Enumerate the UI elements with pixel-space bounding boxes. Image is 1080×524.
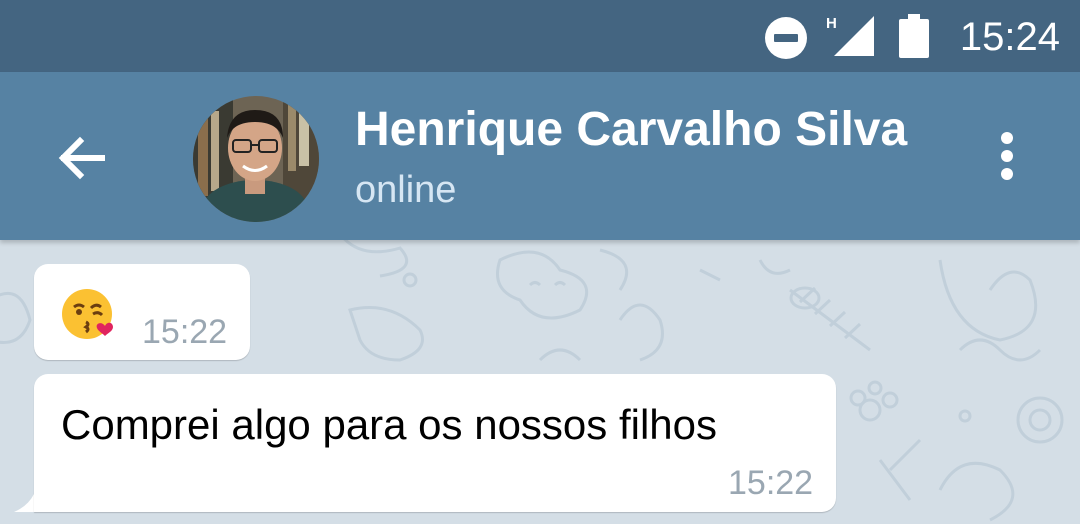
battery-icon (899, 14, 929, 58)
message-time: 15:22 (728, 464, 814, 502)
message-time: 15:22 (142, 313, 228, 351)
network-type-label: H (826, 15, 837, 32)
back-arrow-icon[interactable] (50, 125, 116, 191)
chat-header: Henrique Carvalho Silva online (0, 72, 1080, 240)
status-bar: H 15:24 (0, 0, 1080, 72)
message-text: Comprei algo para os nossos filhos (61, 401, 718, 448)
more-vert-icon[interactable] (990, 128, 1026, 184)
avatar[interactable] (193, 96, 319, 222)
do-not-disturb-icon (765, 17, 807, 59)
signal-icon: H (826, 15, 874, 56)
chat-title[interactable]: Henrique Carvalho Silva (355, 102, 907, 158)
chat-status: online (355, 169, 457, 211)
message-bubble[interactable]: Comprei algo para os nossos filhos 15:22 (34, 374, 836, 512)
kissing-face-with-heart-emoji (62, 289, 113, 339)
status-time: 15:24 (959, 15, 1060, 59)
chat-area[interactable]: 15:22 Comprei algo para os nossos filhos… (0, 240, 1080, 524)
message-bubble[interactable]: 15:22 (34, 264, 250, 360)
